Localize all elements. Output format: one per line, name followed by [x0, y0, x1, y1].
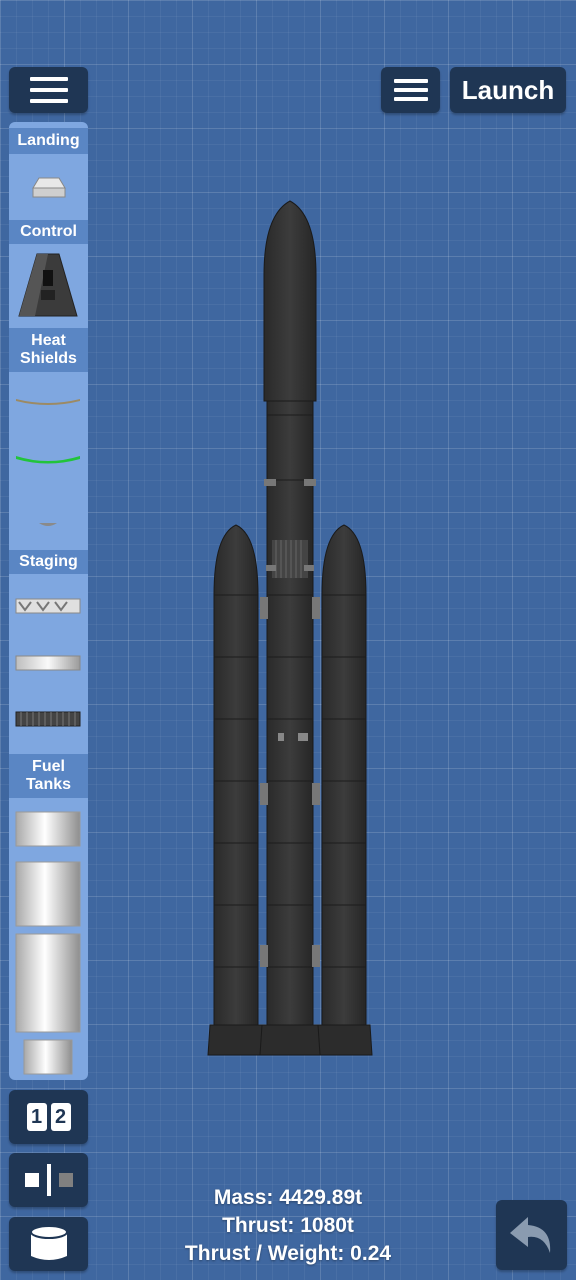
stage-numbers-button[interactable]: 1 2: [9, 1090, 88, 1144]
menu-icon: [29, 77, 68, 103]
launch-button[interactable]: Launch: [450, 67, 566, 113]
main-menu-button[interactable]: [9, 67, 88, 113]
symmetry-icon: [24, 1164, 73, 1196]
fuel-tank-icon: [29, 1225, 68, 1260]
part-decoupler-dark[interactable]: [15, 710, 81, 728]
part-fuel-tank-small[interactable]: [15, 810, 81, 848]
part-decoupler-patterned[interactable]: [15, 597, 81, 615]
category-control[interactable]: Control: [9, 220, 88, 244]
part-fuel-tank-large[interactable]: [15, 932, 81, 1034]
category-staging[interactable]: Staging: [9, 550, 88, 574]
symmetry-button[interactable]: [9, 1153, 88, 1207]
part-fuel-tank-narrow[interactable]: [23, 1038, 73, 1076]
stage-numbers-icon: 1 2: [26, 1103, 71, 1131]
thrust-readout: Thrust: 1080t: [222, 1214, 354, 1237]
fuel-tank-button[interactable]: [9, 1217, 88, 1271]
undo-button[interactable]: [496, 1200, 567, 1270]
thrust-weight-readout: Thrust / Weight: 0.24: [184, 1242, 392, 1265]
category-heat-shields[interactable]: Heat Shields: [9, 328, 88, 372]
part-heat-shield-green[interactable]: [15, 452, 81, 468]
part-command-pod[interactable]: [15, 250, 81, 320]
part-heat-shield-small[interactable]: [37, 520, 59, 530]
part-decoupler-plain[interactable]: [15, 654, 81, 672]
part-heat-shield-large[interactable]: [15, 395, 81, 409]
part-landing-leg[interactable]: [29, 172, 69, 200]
parts-palette[interactable]: Landing Control Heat Shields Staging Fue…: [9, 122, 88, 1080]
undo-icon: [509, 1217, 550, 1253]
options-menu-button[interactable]: [381, 67, 440, 113]
category-fuel-tanks[interactable]: Fuel Tanks: [9, 754, 88, 798]
rocket-assembly[interactable]: [200, 195, 380, 1065]
mass-readout: Mass: 4429.89t: [213, 1186, 363, 1209]
category-landing[interactable]: Landing: [9, 128, 88, 154]
part-fuel-tank-medium[interactable]: [15, 860, 81, 928]
menu-icon: [393, 79, 428, 101]
